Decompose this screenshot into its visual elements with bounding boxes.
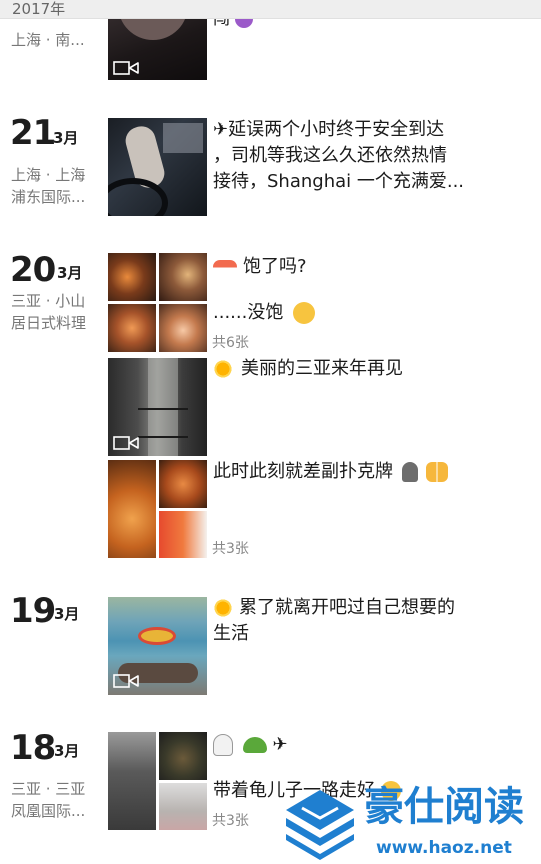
photo-sushi-1 [108,253,156,301]
date-day: 21 [10,113,56,153]
photo-turtle-3 [159,783,207,830]
photo-pizza-1 [108,460,156,558]
date-month: 3月 [53,129,79,147]
photo-turtle-1 [108,732,156,830]
post-text-tired[interactable]: 累了就离开吧过自己想要的 生活 [213,595,455,647]
post-text-line: 此时此刻就差副扑克牌 [213,461,393,482]
photo-sushi-4 [159,304,207,352]
year-header: 2017年 [0,0,541,19]
post-text-line: 生活 [213,623,249,644]
watermark-url: www.haoz.net [376,838,512,858]
post-thumbnail-turtle-grid[interactable] [108,732,207,830]
location-line-1: 三亚 · 小山 [11,292,86,310]
location-line-1: 三亚 · 三亚 [11,780,86,798]
post-text-line: ，司机等我这么久还依然热情 [213,145,447,166]
location-line-2: 凤凰国际... [11,802,86,820]
location-top: 上海 · 南... [11,31,85,49]
year-label: 2017年 [12,0,66,18]
sun-emoji-icon [213,598,233,618]
ghost-emoji-icon [213,734,233,756]
photo-sushi-3 [108,304,156,352]
date-month: 3月 [57,264,83,282]
location-line-2: 居日式料理 [11,314,87,332]
post-thumbnail-pizza-grid[interactable] [108,460,207,558]
photo-window-frame [148,358,178,456]
post-text-line: 接待，Shanghai 一个充满爱... [213,171,465,192]
post-text-line: 饱了吗? [243,256,307,277]
post-thumbnail-food-grid[interactable] [108,253,207,352]
photo-float-ring [138,627,176,645]
sun-emoji-icon [213,359,233,379]
date-month: 3月 [54,605,80,623]
location-line-2: 浦东国际... [11,188,86,206]
post-thumbnail-pool-video[interactable] [108,597,207,695]
couple-emoji-icon [426,462,449,482]
location-line-1: 上海 · 上海 [11,166,86,184]
video-icon [113,61,139,75]
post-thumbnail-balcony-video[interactable] [108,358,207,456]
post-text-line: 美丽的三亚来年再见 [241,358,403,379]
date-day: 19 [10,591,56,631]
post-text-line: ......没饱 [213,302,284,323]
date-day: 20 [10,250,56,290]
sushi-emoji-icon [213,260,237,274]
photo-window-light [163,123,203,153]
date-day: 18 [10,728,56,768]
post-text-line: 累了就离开吧过自己想要的 [239,597,455,618]
post-text-not-full[interactable]: ......没饱 [213,300,316,326]
post-text-full[interactable]: 饱了吗? [213,254,307,280]
post-thumbnail-car-photo[interactable] [108,118,207,216]
photo-count: 共3张 [212,541,249,557]
post-text-goodbye[interactable]: 美丽的三亚来年再见 [213,356,403,382]
flushed-face-emoji-icon [293,302,316,324]
turtle-emoji-icon [242,737,267,753]
photo-turtle-2 [159,732,207,780]
photo-sushi-2 [159,253,207,301]
video-icon [113,674,139,688]
post-text-poker[interactable]: 此时此刻就差副扑克牌 [213,459,449,485]
woman-emoji-icon [401,462,418,482]
photo-count: 共6张 [212,335,249,351]
photo-railing [138,408,188,438]
video-icon [113,436,139,450]
watermark: 豪仕阅读 www.haoz.net [280,780,541,864]
date-month: 3月 [54,742,80,760]
post-text-emoji-row[interactable]: ✈ [213,732,288,758]
post-text-line: ✈延误两个小时终于安全到达 [213,119,445,140]
photo-pizza-2 [159,460,207,508]
watermark-title: 豪仕阅读 [364,783,524,830]
post-text-arrival[interactable]: ✈延误两个小时终于安全到达 ，司机等我这么久还依然热情 接待，Shanghai … [213,117,464,195]
photo-count: 共3张 [212,813,249,829]
plane-emoji-icon: ✈ [272,734,288,755]
photo-drinks [159,511,207,558]
book-logo-icon [286,790,354,860]
